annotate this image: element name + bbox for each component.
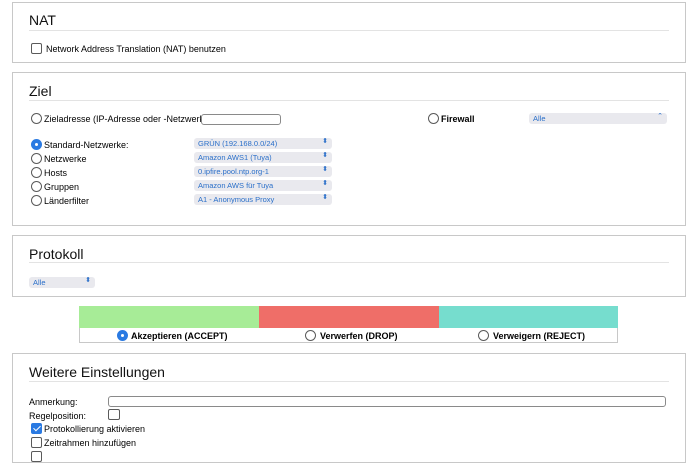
firewall-select-value: Alle xyxy=(533,114,546,123)
laenderfilter-label: Länderfilter xyxy=(44,196,90,206)
laenderfilter-radio[interactable] xyxy=(31,195,42,206)
reject-color-band xyxy=(439,306,618,328)
reject-radio[interactable] xyxy=(478,330,489,341)
firewall-label: Firewall xyxy=(441,114,475,124)
select-arrows-icon: ⬍ xyxy=(85,277,91,284)
select-arrows-icon: ⬍ xyxy=(322,138,328,145)
accept-color-band xyxy=(79,306,259,328)
select-arrows-icon: ⬍ xyxy=(322,152,328,159)
hosts-value: 0.ipfire.pool.ntp.org-1 xyxy=(198,167,269,176)
weitere-divider xyxy=(29,381,669,382)
protokoll-select-value: Alle xyxy=(33,278,46,287)
firewall-radio[interactable] xyxy=(428,113,439,124)
netzwerke-value: Amazon AWS1 (Tuya) xyxy=(198,153,272,162)
ziel-title: Ziel xyxy=(29,83,52,99)
regelposition-field[interactable] xyxy=(108,409,120,420)
protokollierung-checkbox[interactable] xyxy=(31,423,42,434)
drop-radio[interactable] xyxy=(305,330,316,341)
nat-title: NAT xyxy=(29,12,56,28)
select-arrows-icon: ⬍ xyxy=(322,166,328,173)
protokoll-select[interactable]: Alle ⬍ xyxy=(29,277,95,288)
netzwerke-label: Netzwerke xyxy=(44,154,87,164)
drop-label: Verwerfen (DROP) xyxy=(320,331,398,341)
gruppen-value: Amazon AWS für Tuya xyxy=(198,181,274,190)
laenderfilter-value: A1 - Anonymous Proxy xyxy=(198,195,275,204)
firewall-select[interactable]: Alle ⌃ xyxy=(529,113,667,124)
partial-checkbox[interactable] xyxy=(31,451,42,462)
netzwerke-select[interactable]: Amazon AWS1 (Tuya) ⬍ xyxy=(194,152,332,163)
select-arrows-icon: ⬍ xyxy=(322,180,328,187)
accept-radio[interactable] xyxy=(117,330,128,341)
accept-label: Akzeptieren (ACCEPT) xyxy=(131,331,228,341)
protokoll-section: Protokoll Alle ⬍ xyxy=(12,235,686,297)
hosts-label: Hosts xyxy=(44,168,68,178)
zieladresse-input[interactable] xyxy=(201,114,281,125)
zeitrahmen-checkbox[interactable] xyxy=(31,437,42,448)
nat-divider xyxy=(29,30,669,31)
zieladresse-radio[interactable] xyxy=(31,113,42,124)
netzwerke-radio[interactable] xyxy=(31,153,42,164)
gruppen-select[interactable]: Amazon AWS für Tuya ⬍ xyxy=(194,180,332,191)
zieladresse-label: Zieladresse (IP-Adresse oder -Netzwerk): xyxy=(44,114,210,124)
standard-netzwerke-select[interactable]: GRÜN (192.168.0.0/24) ⬍ xyxy=(194,138,332,149)
hosts-select[interactable]: 0.ipfire.pool.ntp.org-1 ⬍ xyxy=(194,166,332,177)
ziel-divider xyxy=(29,100,669,101)
nat-checkbox-label: Network Address Translation (NAT) benutz… xyxy=(46,44,226,54)
regelposition-label: Regelposition: xyxy=(29,411,87,421)
drop-color-band xyxy=(259,306,439,328)
gruppen-radio[interactable] xyxy=(31,181,42,192)
select-arrows-icon: ⬍ xyxy=(322,194,328,201)
weitere-title: Weitere Einstellungen xyxy=(29,364,165,380)
laenderfilter-select[interactable]: A1 - Anonymous Proxy ⬍ xyxy=(194,194,332,205)
protokoll-divider xyxy=(29,262,669,263)
zeitrahmen-label: Zeitrahmen hinzufügen xyxy=(44,438,137,448)
nat-section: NAT Network Address Translation (NAT) be… xyxy=(12,2,686,63)
standard-netzwerke-value: GRÜN (192.168.0.0/24) xyxy=(198,139,278,148)
ziel-section: Ziel Zieladresse (IP-Adresse oder -Netzw… xyxy=(12,72,686,226)
protokollierung-label: Protokollierung aktivieren xyxy=(44,424,146,434)
gruppen-label: Gruppen xyxy=(44,182,80,192)
reject-label: Verweigern (REJECT) xyxy=(493,331,586,341)
hosts-radio[interactable] xyxy=(31,167,42,178)
nat-checkbox[interactable] xyxy=(31,43,42,54)
weitere-section: Weitere Einstellungen Anmerkung: Regelpo… xyxy=(12,353,686,463)
anmerkung-input[interactable] xyxy=(108,396,666,407)
select-arrows-icon: ⌃ xyxy=(657,113,663,120)
standard-netzwerke-radio[interactable] xyxy=(31,139,42,150)
protokoll-title: Protokoll xyxy=(29,246,84,262)
anmerkung-label: Anmerkung: xyxy=(29,397,78,407)
standard-netzwerke-label: Standard-Netzwerke: xyxy=(44,140,129,150)
